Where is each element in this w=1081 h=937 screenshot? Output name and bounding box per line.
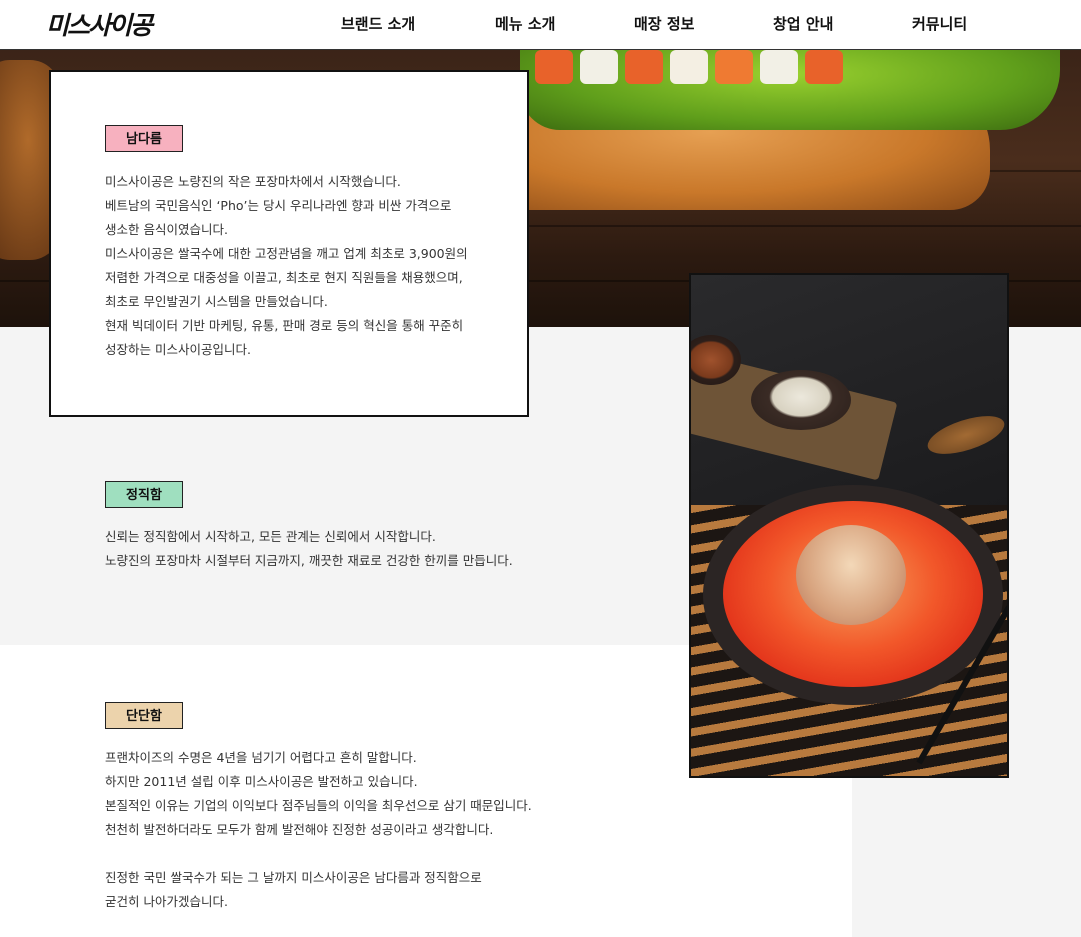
noodle-dish-photo: [689, 273, 1009, 778]
nav-store-info[interactable]: 매장 정보: [634, 13, 694, 34]
nav-community[interactable]: 커뮤니티: [912, 13, 967, 34]
tag-namdareum: 남다름: [105, 125, 183, 152]
main-nav: 브랜드 소개 메뉴 소개 매장 정보 창업 안내 커뮤니티: [0, 13, 1081, 35]
tag-dandan: 단단함: [105, 702, 183, 729]
intro-card: 남다름 미스사이공은 노량진의 작은 포장마차에서 시작했습니다. 베트남의 국…: [49, 70, 529, 417]
jeongjik-text: 신뢰는 정직함에서 시작하고, 모든 관계는 신뢰에서 시작합니다. 노량진의 …: [105, 529, 513, 568]
namdareum-text: 미스사이공은 노량진의 작은 포장마차에서 시작했습니다. 베트남의 국민음식인…: [105, 174, 468, 357]
nav-franchise-info[interactable]: 창업 안내: [773, 13, 833, 34]
nav-brand-intro[interactable]: 브랜드 소개: [341, 13, 415, 34]
dandan-text: 프랜차이즈의 수명은 4년을 넘기기 어렵다고 흔히 말합니다. 하지만 201…: [105, 750, 532, 909]
nav-menu-intro[interactable]: 메뉴 소개: [495, 13, 555, 34]
site-header: 미스사이공 브랜드 소개 메뉴 소개 매장 정보 창업 안내 커뮤니티: [0, 0, 1081, 50]
tag-jeongjik: 정직함: [105, 481, 183, 508]
